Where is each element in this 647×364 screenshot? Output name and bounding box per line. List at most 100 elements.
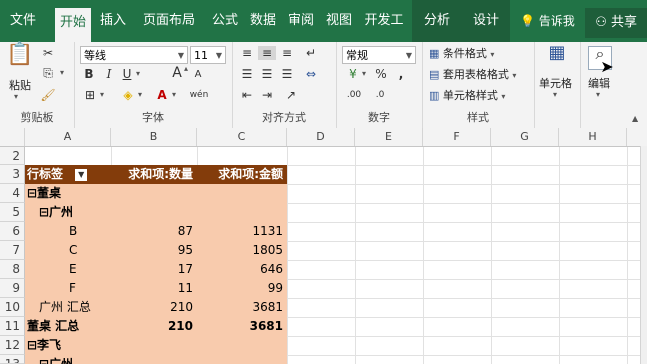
tab-design[interactable]: 设计 <box>462 0 510 42</box>
column-header-b[interactable]: B <box>111 128 197 146</box>
align-top-icon[interactable]: ≡ <box>238 46 256 60</box>
grow-font-button[interactable]: A <box>170 66 184 80</box>
pivot-quantity-value[interactable]: 210 <box>111 298 197 317</box>
pivot-quantity-value[interactable] <box>111 355 197 364</box>
copy-dropdown-icon[interactable]: ▾ <box>60 68 64 77</box>
number-format-select[interactable]: 常规 ▼ <box>342 46 416 64</box>
align-left-icon[interactable]: ☰ <box>238 67 256 81</box>
row-header-4[interactable]: 4 <box>0 184 25 203</box>
pivot-quantity-value[interactable]: 17 <box>111 260 197 279</box>
pivot-amount-value[interactable]: 99 <box>197 279 287 298</box>
row-header-11[interactable]: 11 <box>0 317 25 336</box>
row-header-12[interactable]: 12 <box>0 336 25 355</box>
row-header-8[interactable]: 8 <box>0 260 25 279</box>
format-painter-icon[interactable]: 🖌 <box>40 88 56 102</box>
column-header-h[interactable]: H <box>559 128 627 146</box>
row-header-3[interactable]: 3 <box>0 165 25 184</box>
font-size-select[interactable]: 11 ▼ <box>190 46 226 64</box>
cell-styles-button[interactable]: ▥ 单元格样式 ▾ <box>428 86 534 106</box>
font-color-icon[interactable]: A <box>154 88 170 102</box>
pivot-sum-amount-header[interactable]: 求和项:金额 <box>197 165 287 184</box>
tab-insert[interactable]: 插入 <box>95 0 131 42</box>
paste-dropdown-icon[interactable]: ▾ <box>14 92 18 101</box>
percent-style-icon[interactable]: % <box>374 67 388 81</box>
paste-icon[interactable]: 📋 <box>6 44 33 66</box>
increase-indent-icon[interactable]: ⇥ <box>258 88 276 102</box>
shrink-font-button[interactable]: A <box>192 68 204 82</box>
vertical-scrollbar[interactable] <box>640 146 647 364</box>
align-middle-icon[interactable]: ≡ <box>258 46 276 60</box>
pivot-row-label[interactable]: 广州 汇总 <box>25 298 111 317</box>
align-right-icon[interactable]: ☰ <box>278 67 296 81</box>
tab-formulas[interactable]: 公式 <box>207 0 243 42</box>
pivot-amount-value[interactable]: 646 <box>197 260 287 279</box>
column-header-f[interactable]: F <box>423 128 491 146</box>
column-header-c[interactable]: C <box>197 128 287 146</box>
cells-icon[interactable]: ▦ <box>546 44 568 62</box>
tab-file[interactable]: 文件 <box>0 0 46 42</box>
font-color-dropdown-icon[interactable]: ▾ <box>172 90 176 99</box>
pivot-row-label[interactable]: ⊟董桌 <box>25 184 111 203</box>
italic-button[interactable]: I <box>102 67 116 81</box>
column-header-d[interactable]: D <box>287 128 355 146</box>
align-center-icon[interactable]: ☰ <box>258 67 276 81</box>
pivot-quantity-value[interactable] <box>111 336 197 355</box>
tell-me-box[interactable]: 💡 告诉我 <box>520 0 575 42</box>
pivot-quantity-value[interactable]: 210 <box>111 317 197 336</box>
format-as-table-button[interactable]: ▤ 套用表格格式 ▾ <box>428 65 534 85</box>
filter-dropdown-icon[interactable]: ▼ <box>75 168 88 181</box>
pivot-row-label[interactable]: 董桌 汇总 <box>25 317 111 336</box>
tab-page-layout[interactable]: 页面布局 <box>134 0 204 42</box>
cells-dropdown-icon[interactable]: ▾ <box>553 90 557 99</box>
pivot-amount-value[interactable] <box>197 336 287 355</box>
pivot-amount-value[interactable]: 3681 <box>197 298 287 317</box>
pivot-amount-value[interactable] <box>197 203 287 222</box>
pivot-row-label[interactable]: F <box>25 279 111 298</box>
merge-center-icon[interactable]: ⇔ <box>302 67 320 81</box>
share-button[interactable]: ⚇ 共享 <box>585 8 647 38</box>
row-header-10[interactable]: 10 <box>0 298 25 317</box>
pivot-row-label[interactable]: ⊟李飞 <box>25 336 111 355</box>
tab-review[interactable]: 审阅 <box>283 0 319 42</box>
column-header-a[interactable]: A <box>25 128 111 146</box>
row-header-9[interactable]: 9 <box>0 279 25 298</box>
fill-color-icon[interactable]: ◈ <box>120 88 136 102</box>
editing-dropdown-icon[interactable]: ▾ <box>596 90 600 99</box>
pivot-quantity-value[interactable] <box>111 184 197 203</box>
pivot-row-label[interactable]: ⊟广州 <box>25 355 111 364</box>
pivot-row-label[interactable]: C <box>25 241 111 260</box>
pivot-quantity-value[interactable]: 11 <box>111 279 197 298</box>
currency-dropdown-icon[interactable]: ▾ <box>362 69 366 78</box>
pivot-row-labels-header[interactable]: 行标签 ▼ <box>25 165 111 184</box>
borders-icon[interactable]: ⊞ <box>82 88 98 102</box>
row-header-2[interactable]: 2 <box>0 147 25 165</box>
pivot-amount-value[interactable]: 1131 <box>197 222 287 241</box>
orientation-icon[interactable]: ↗ <box>282 88 300 102</box>
row-header-5[interactable]: 5 <box>0 203 25 222</box>
wrap-text-icon[interactable]: ↵ <box>302 46 320 60</box>
pivot-quantity-value[interactable]: 87 <box>111 222 197 241</box>
tab-view[interactable]: 视图 <box>321 0 357 42</box>
tab-analyze[interactable]: 分析 <box>412 0 462 42</box>
pivot-amount-value[interactable]: 3681 <box>197 317 287 336</box>
pivot-quantity-value[interactable]: 95 <box>111 241 197 260</box>
copy-icon[interactable]: ⎘ <box>40 66 56 80</box>
tab-home[interactable]: 开始 <box>55 8 91 42</box>
pivot-row-label[interactable]: E <box>25 260 111 279</box>
conditional-formatting-button[interactable]: ▦ 条件格式 ▾ <box>428 44 534 64</box>
pivot-amount-value[interactable]: 1805 <box>197 241 287 260</box>
comma-style-icon[interactable]: , <box>394 67 408 81</box>
bold-button[interactable]: B <box>82 67 96 81</box>
borders-dropdown-icon[interactable]: ▾ <box>100 90 104 99</box>
column-header-g[interactable]: G <box>491 128 559 146</box>
tab-data[interactable]: 数据 <box>245 0 281 42</box>
pivot-sum-quantity-header[interactable]: 求和项:数量 <box>111 165 197 184</box>
underline-dropdown-icon[interactable]: ▾ <box>136 69 140 78</box>
cut-icon[interactable]: ✂ <box>40 46 56 60</box>
row-header-7[interactable]: 7 <box>0 241 25 260</box>
decrease-indent-icon[interactable]: ⇤ <box>238 88 256 102</box>
column-header-e[interactable]: E <box>355 128 423 146</box>
fill-color-dropdown-icon[interactable]: ▾ <box>138 90 142 99</box>
tab-developer[interactable]: 开发工具 <box>359 0 409 70</box>
font-name-select[interactable]: 等线 ▼ <box>80 46 188 64</box>
